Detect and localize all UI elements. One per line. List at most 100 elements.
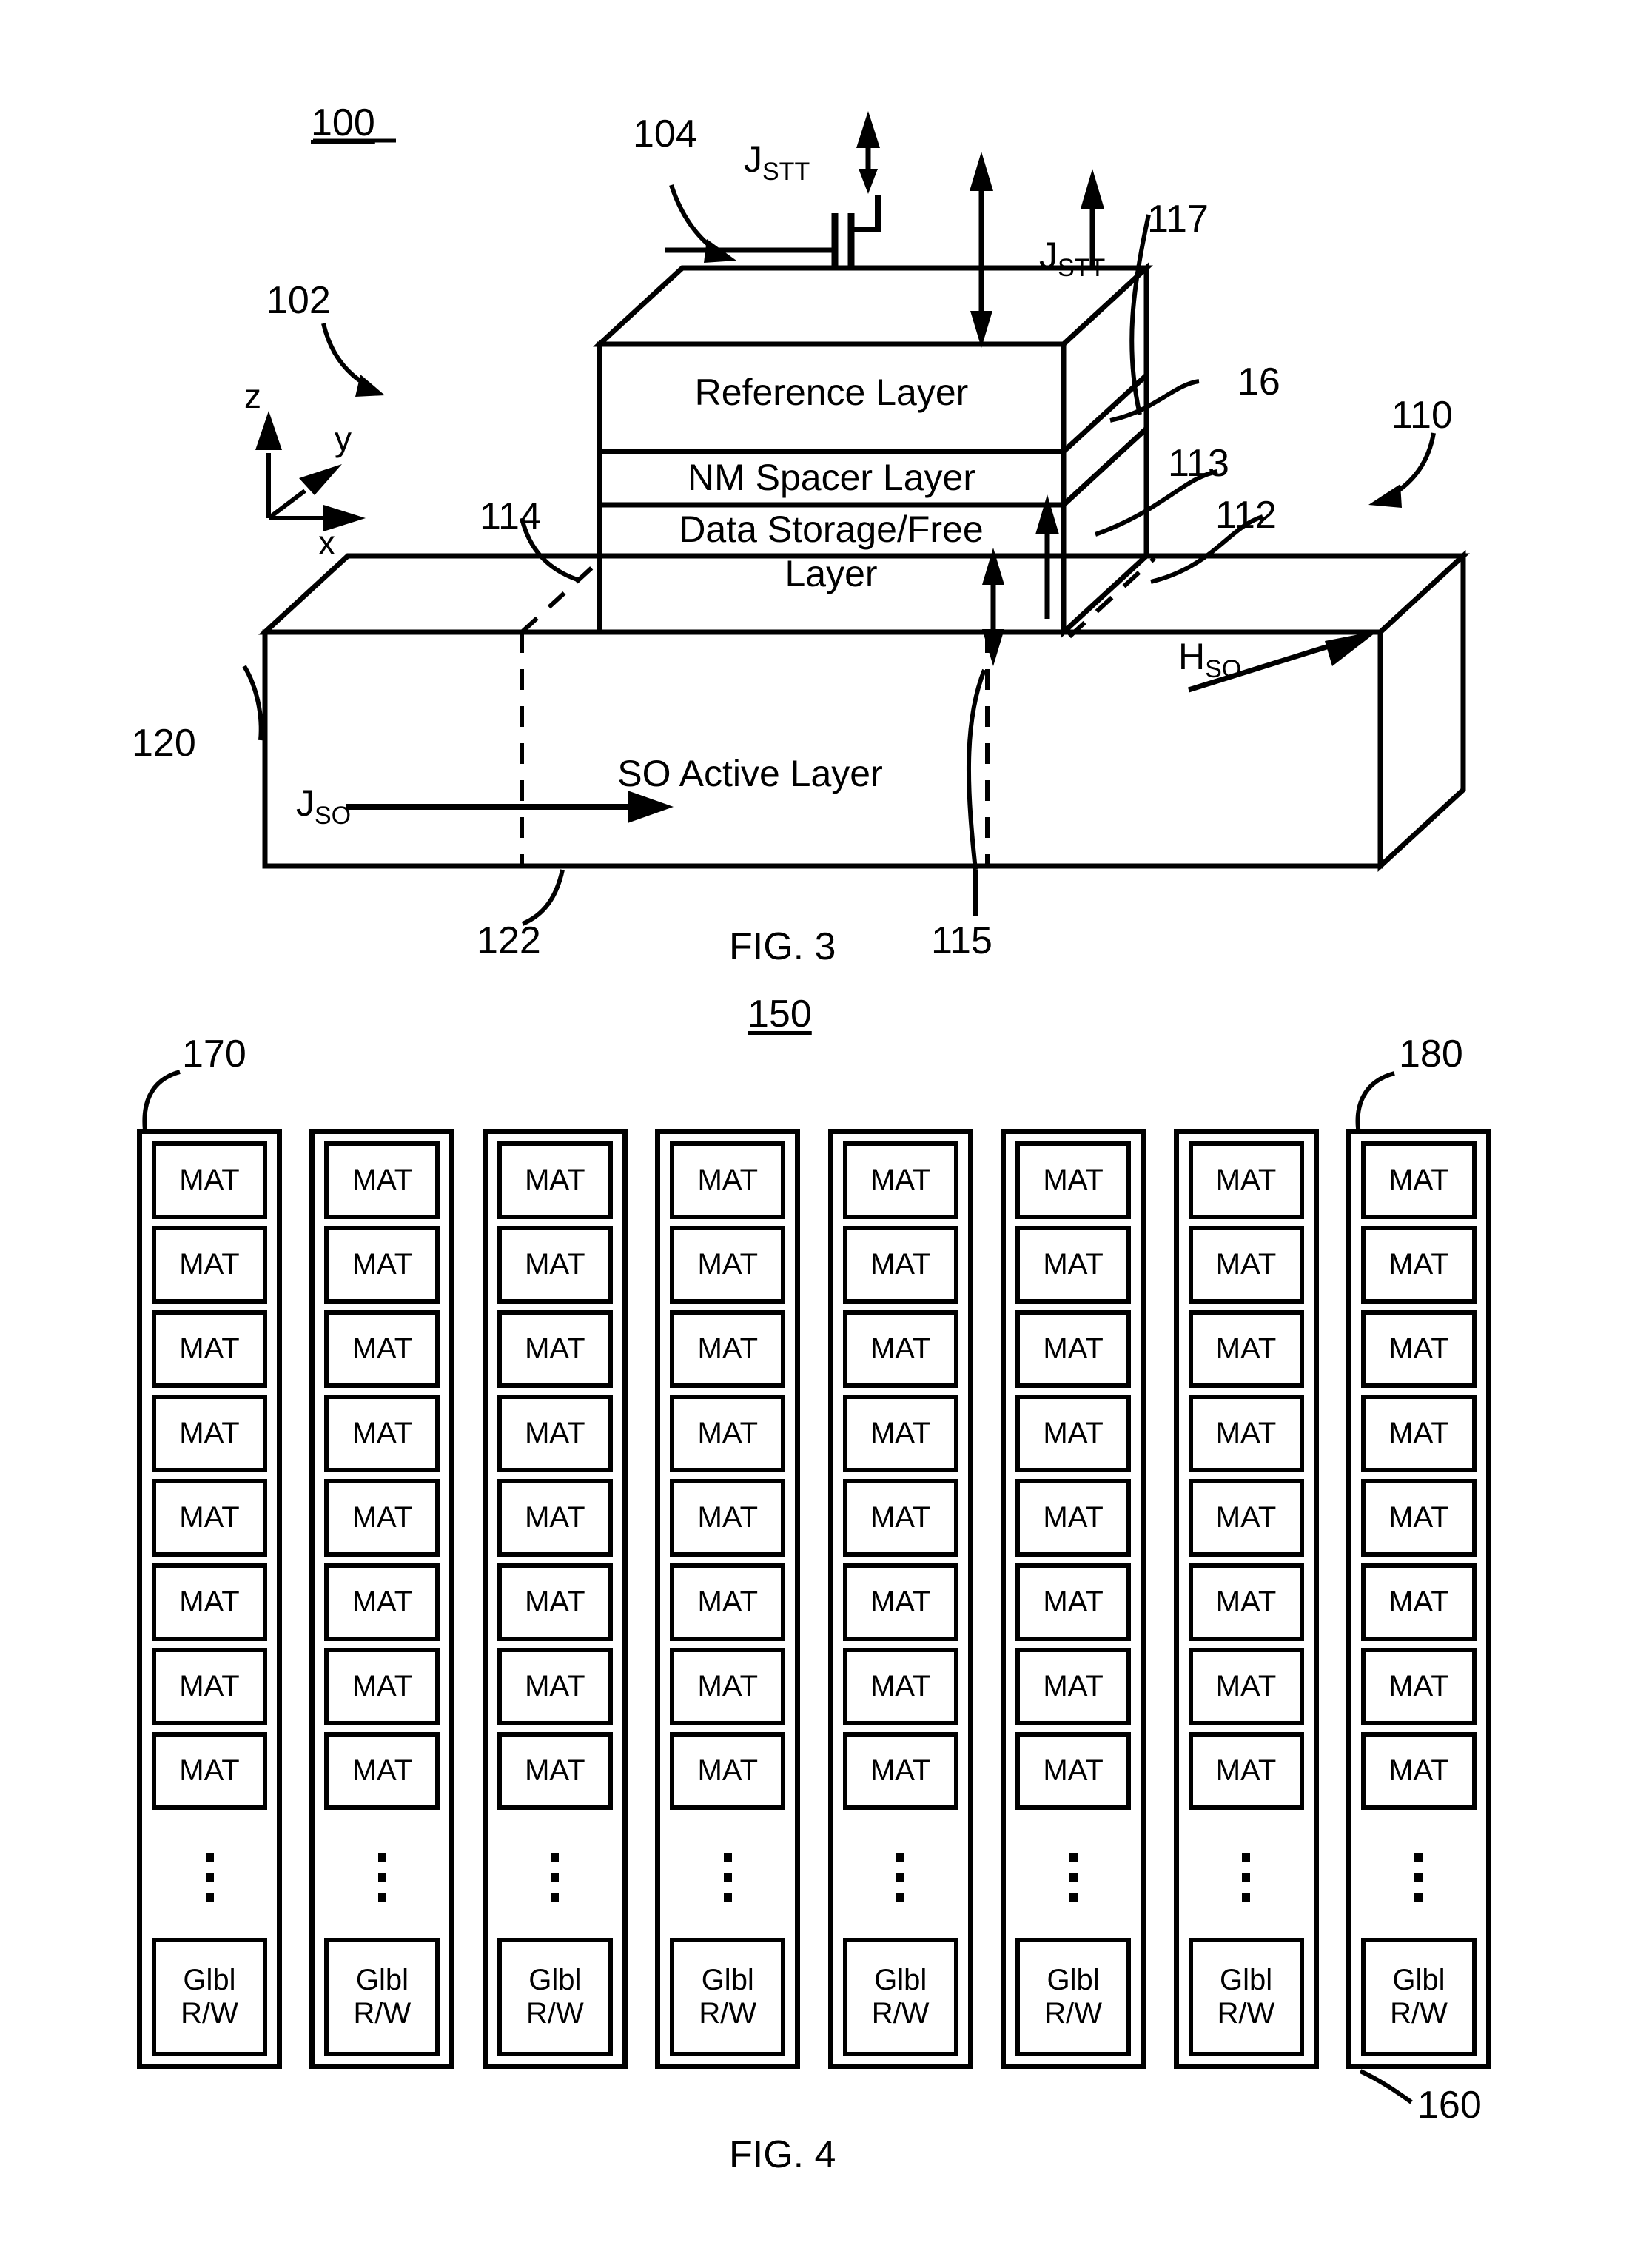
mat-block[interactable]: MAT — [324, 1226, 440, 1304]
mat-block[interactable]: MAT — [670, 1479, 786, 1557]
mat-block[interactable]: MAT — [324, 1732, 440, 1810]
mat-block[interactable]: MAT — [497, 1563, 613, 1641]
mat-block[interactable]: MAT — [497, 1732, 613, 1810]
leader-160 — [1359, 2069, 1413, 2104]
mat-block[interactable]: MAT — [1188, 1226, 1304, 1304]
mat-block-label: MAT — [525, 1248, 585, 1281]
mat-block[interactable]: MAT — [497, 1648, 613, 1725]
mat-block[interactable]: MAT — [152, 1310, 267, 1388]
global-read-write-block[interactable]: Glbl R/W — [1188, 1938, 1304, 2056]
global-read-write-block[interactable]: Glbl R/W — [152, 1938, 267, 2056]
ellipsis-dot — [1414, 1893, 1423, 1902]
memory-bank[interactable]: MAT MAT MAT MAT MAT MAT MAT MAT Glbl R/W — [1173, 1129, 1319, 2069]
mat-block[interactable]: MAT — [670, 1141, 786, 1219]
current-label-j-so: JSO — [296, 785, 351, 828]
mat-block[interactable]: MAT — [324, 1648, 440, 1725]
mat-block[interactable]: MAT — [670, 1732, 786, 1810]
memory-bank[interactable]: MAT MAT MAT MAT MAT MAT MAT MAT Glbl R/W — [482, 1129, 628, 2069]
mat-block[interactable]: MAT — [324, 1479, 440, 1557]
mat-block[interactable]: MAT — [1015, 1226, 1132, 1304]
mat-block[interactable]: MAT — [842, 1563, 958, 1641]
memory-bank[interactable]: MAT MAT MAT MAT MAT MAT MAT MAT Glbl R/W — [1346, 1129, 1491, 2069]
mat-block[interactable]: MAT — [1188, 1563, 1304, 1641]
mat-block[interactable]: MAT — [842, 1310, 958, 1388]
mat-block[interactable]: MAT — [152, 1732, 267, 1810]
mat-block-label: MAT — [1388, 1754, 1449, 1787]
leader-180 — [1355, 1071, 1395, 1135]
mat-block[interactable]: MAT — [1015, 1732, 1132, 1810]
global-read-write-label-line1: Glbl — [701, 1964, 754, 1997]
mat-block[interactable]: MAT — [497, 1141, 613, 1219]
global-read-write-label-line1: Glbl — [1392, 1964, 1445, 1997]
figure-3: 100 102 z y x 104 JSTT JSTT 117 16 113 1… — [0, 0, 1629, 977]
mat-block[interactable]: MAT — [1015, 1310, 1132, 1388]
mat-block[interactable]: MAT — [842, 1732, 958, 1810]
mat-block[interactable]: MAT — [324, 1395, 440, 1472]
mat-block[interactable]: MAT — [1188, 1479, 1304, 1557]
mat-block[interactable]: MAT — [1360, 1479, 1477, 1557]
mat-block[interactable]: MAT — [1360, 1732, 1477, 1810]
mat-block[interactable]: MAT — [152, 1141, 267, 1219]
mat-block[interactable]: MAT — [1360, 1395, 1477, 1472]
ellipsis-dot — [723, 1853, 732, 1862]
memory-bank[interactable]: MAT MAT MAT MAT MAT MAT MAT MAT Glbl R/W — [1001, 1129, 1146, 2069]
memory-bank[interactable]: MAT MAT MAT MAT MAT MAT MAT MAT Glbl R/W — [309, 1129, 455, 2069]
mat-block[interactable]: MAT — [497, 1226, 613, 1304]
mat-block[interactable]: MAT — [1015, 1563, 1132, 1641]
mat-block[interactable]: MAT — [497, 1395, 613, 1472]
mat-block[interactable]: MAT — [1188, 1310, 1304, 1388]
mat-block-label: MAT — [870, 1417, 931, 1449]
mat-block[interactable]: MAT — [1015, 1648, 1132, 1725]
global-read-write-block[interactable]: Glbl R/W — [497, 1938, 613, 2056]
mat-block[interactable]: MAT — [152, 1479, 267, 1557]
mat-block[interactable]: MAT — [1188, 1141, 1304, 1219]
mat-block-label: MAT — [1043, 1248, 1104, 1281]
global-read-write-block[interactable]: Glbl R/W — [670, 1938, 786, 2056]
global-read-write-label-line2: R/W — [1044, 1997, 1102, 2030]
mat-block[interactable]: MAT — [1188, 1732, 1304, 1810]
mat-block[interactable]: MAT — [842, 1479, 958, 1557]
mat-block[interactable]: MAT — [842, 1226, 958, 1304]
mat-block[interactable]: MAT — [1360, 1648, 1477, 1725]
mat-block[interactable]: MAT — [670, 1648, 786, 1725]
mat-block[interactable]: MAT — [842, 1648, 958, 1725]
mat-block[interactable]: MAT — [1360, 1141, 1477, 1219]
memory-bank[interactable]: MAT MAT MAT MAT MAT MAT MAT MAT Glbl R/W — [137, 1129, 282, 2069]
mat-block[interactable]: MAT — [842, 1395, 958, 1472]
mat-block[interactable]: MAT — [1015, 1479, 1132, 1557]
mat-block-label: MAT — [1215, 1417, 1277, 1449]
mat-block[interactable]: MAT — [1360, 1310, 1477, 1388]
mat-block[interactable]: MAT — [670, 1563, 786, 1641]
global-read-write-block[interactable]: Glbl R/W — [842, 1938, 958, 2056]
global-read-write-block[interactable]: Glbl R/W — [1360, 1938, 1477, 2056]
j-stt-transistor-arrowhead-down — [859, 169, 878, 194]
mat-block[interactable]: MAT — [1360, 1563, 1477, 1641]
mat-block[interactable]: MAT — [324, 1310, 440, 1388]
ref-numeral-104: 104 — [633, 113, 697, 155]
global-read-write-block[interactable]: Glbl R/W — [324, 1938, 440, 2056]
mat-block[interactable]: MAT — [670, 1226, 786, 1304]
mat-block[interactable]: MAT — [1015, 1395, 1132, 1472]
mat-block[interactable]: MAT — [324, 1563, 440, 1641]
mat-block-label: MAT — [179, 1164, 240, 1196]
mat-block[interactable]: MAT — [152, 1226, 267, 1304]
j-stt-stack-arrowhead-up — [970, 152, 993, 191]
leader-170 — [142, 1070, 181, 1131]
mat-block[interactable]: MAT — [1188, 1648, 1304, 1725]
mat-block[interactable]: MAT — [152, 1563, 267, 1641]
mat-block[interactable]: MAT — [152, 1648, 267, 1725]
global-read-write-block[interactable]: Glbl R/W — [1015, 1938, 1132, 2056]
mat-block[interactable]: MAT — [842, 1141, 958, 1219]
mat-block[interactable]: MAT — [670, 1395, 786, 1472]
mat-block[interactable]: MAT — [497, 1310, 613, 1388]
memory-bank[interactable]: MAT MAT MAT MAT MAT MAT MAT MAT Glbl R/W — [655, 1129, 801, 2069]
mat-block[interactable]: MAT — [324, 1141, 440, 1219]
mat-block[interactable]: MAT — [1015, 1141, 1132, 1219]
mat-block[interactable]: MAT — [670, 1310, 786, 1388]
mat-block[interactable]: MAT — [1360, 1226, 1477, 1304]
memory-bank[interactable]: MAT MAT MAT MAT MAT MAT MAT MAT Glbl R/W — [827, 1129, 973, 2069]
mat-block[interactable]: MAT — [497, 1479, 613, 1557]
mat-block[interactable]: MAT — [1188, 1395, 1304, 1472]
nm-spacer-layer-label: NM Spacer Layer — [687, 457, 976, 498]
mat-block[interactable]: MAT — [152, 1395, 267, 1472]
